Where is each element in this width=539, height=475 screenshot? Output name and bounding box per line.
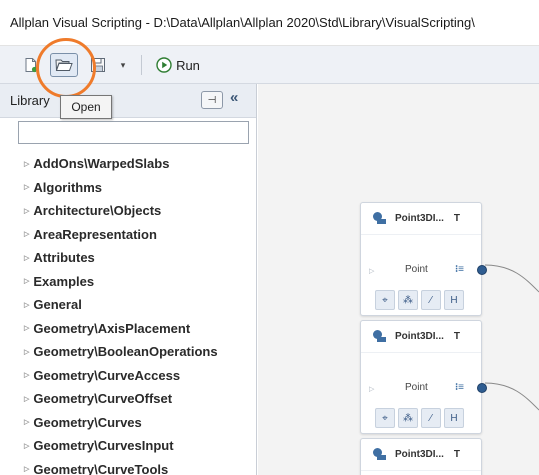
library-tree-item-label: General <box>33 297 82 313</box>
expand-triangle-icon[interactable]: ▷ <box>24 442 29 450</box>
node-header: Point3DI... T <box>361 321 481 353</box>
node-points-button[interactable]: ⁂ <box>398 290 418 310</box>
library-tree-item[interactable]: ▷ General <box>0 293 256 317</box>
collapse-panel-button[interactable]: « <box>230 89 238 106</box>
expand-triangle-icon[interactable]: ▷ <box>24 324 29 332</box>
library-tree-item[interactable]: ▷ Geometry\BooleanOperations <box>0 340 256 364</box>
library-tree-item-label: Geometry\Curves <box>33 414 142 430</box>
title-bar: Allplan Visual Scripting - D:\Data\Allpl… <box>0 0 539 46</box>
library-tree-item[interactable]: ▷ Geometry\Curves <box>0 411 256 435</box>
library-tree: ▷ AddOns\WarpedSlabs ▷ Algorithms ▷ Architect… <box>0 152 256 475</box>
library-tree-item[interactable]: ▷ Algorithms <box>0 176 256 200</box>
expand-triangle-icon[interactable]: ▷ <box>24 230 29 238</box>
node-hide-button[interactable]: H <box>444 408 464 428</box>
library-title: Library <box>10 93 50 108</box>
point3d-icon <box>373 329 387 344</box>
library-tree-item[interactable]: ▷ Geometry\CurveAccess <box>0 364 256 388</box>
library-tree-item-label: Algorithms <box>33 179 103 195</box>
library-tree-item-label: Examples <box>33 273 95 289</box>
expand-triangle-icon[interactable]: ▷ <box>24 301 29 309</box>
output-port[interactable] <box>477 265 487 275</box>
save-options-dropdown[interactable]: ▾ <box>116 53 130 77</box>
node-body: ▷ Point ⁝≡ ⌖ ⁂ ⁄ H <box>361 235 487 325</box>
node-hide-button[interactable]: H <box>444 290 464 310</box>
node-slash-button[interactable]: ⁄ <box>421 408 441 428</box>
library-tree-item-label: Geometry\BooleanOperations <box>33 344 218 360</box>
expand-triangle-icon[interactable]: ▷ <box>24 277 29 285</box>
open-tooltip: Open <box>60 95 112 119</box>
node-footer-buttons: ⌖ ⁂ ⁄ H <box>375 290 469 310</box>
input-port-icon: ▷ <box>369 268 375 275</box>
double-chevron-left-icon: « <box>230 89 239 106</box>
library-tree-item[interactable]: ▷ Geometry\CurveOffset <box>0 387 256 411</box>
point3d-node-3[interactable]: Point3DI... T <box>360 438 482 475</box>
library-tree-item-label: Geometry\CurveOffset <box>33 391 173 407</box>
library-panel: Library ⊣ « ▷ AddOns\WarpedSlabs ▷ Algorith… <box>0 84 257 475</box>
library-tree-item-label: Geometry\CurvesInput <box>33 438 174 454</box>
toolbar-separator <box>141 55 142 75</box>
node-type-badge: T <box>453 331 461 342</box>
node-canvas[interactable]: Point3DI... T ▷ Point ⁝≡ ⌖ ⁂ ⁄ H Point3D… <box>258 84 539 475</box>
expand-triangle-icon[interactable]: ▷ <box>24 348 29 356</box>
connection-wire <box>484 382 539 411</box>
pin-icon: ⊣ <box>207 94 217 106</box>
expand-triangle-icon[interactable]: ▷ <box>24 183 29 191</box>
window-title: Allplan Visual Scripting - D:\Data\Allpl… <box>10 15 475 30</box>
library-tree-item-label: Geometry\CurveTools <box>33 461 169 475</box>
node-points-button[interactable]: ⁂ <box>398 408 418 428</box>
expand-triangle-icon[interactable]: ▷ <box>24 254 29 262</box>
output-port[interactable] <box>477 383 487 393</box>
library-tree-item-label: Architecture\Objects <box>33 203 162 219</box>
library-tree-item[interactable]: ▷ Geometry\CurveTools <box>0 458 256 475</box>
library-tree-item-label: Geometry\AxisPlacement <box>33 320 191 336</box>
node-slash-button[interactable]: ⁄ <box>421 290 441 310</box>
library-tree-item[interactable]: ▷ Examples <box>0 270 256 294</box>
point3d-icon <box>373 447 387 462</box>
point3d-node-1[interactable]: Point3DI... T ▷ Point ⁝≡ ⌖ ⁂ ⁄ H <box>360 202 487 316</box>
expand-triangle-icon[interactable]: ▷ <box>24 371 29 379</box>
library-tree-item[interactable]: ▷ Architecture\Objects <box>0 199 256 223</box>
play-icon <box>156 57 172 73</box>
connection-wire <box>484 264 539 293</box>
node-preview-button[interactable]: ⌖ <box>375 408 395 428</box>
library-tree-item-label: AreaRepresentation <box>33 226 157 242</box>
node-preview-button[interactable]: ⌖ <box>375 290 395 310</box>
expand-triangle-icon[interactable]: ▷ <box>24 395 29 403</box>
open-button-highlight-ring <box>36 38 96 98</box>
point3d-icon <box>373 211 387 226</box>
pin-panel-button[interactable]: ⊣ <box>201 91 223 109</box>
node-title: Point3DI... <box>395 213 444 224</box>
run-button[interactable]: Run <box>150 53 206 77</box>
library-search-input[interactable] <box>18 121 249 144</box>
node-header: Point3DI... T <box>361 203 481 235</box>
library-tree-item[interactable]: ▷ AreaRepresentation <box>0 223 256 247</box>
expand-triangle-icon[interactable]: ▷ <box>24 465 29 473</box>
port-label: Point <box>405 382 428 393</box>
library-tree-item-label: Geometry\CurveAccess <box>33 367 181 383</box>
library-tree-item[interactable]: ▷ Geometry\CurvesInput <box>0 434 256 458</box>
node-footer-buttons: ⌖ ⁂ ⁄ H <box>375 408 469 428</box>
expand-triangle-icon[interactable]: ▷ <box>24 160 29 168</box>
list-port-icon: ⁝≡ <box>455 382 465 393</box>
library-tree-item-label: Attributes <box>33 250 95 266</box>
expand-triangle-icon[interactable]: ▷ <box>24 418 29 426</box>
expand-triangle-icon[interactable]: ▷ <box>24 207 29 215</box>
port-label: Point <box>405 264 428 275</box>
node-title: Point3DI... <box>395 331 444 342</box>
library-tree-item-label: AddOns\WarpedSlabs <box>33 156 170 172</box>
node-type-badge: T <box>453 449 461 460</box>
node-body: ▷ Point ⁝≡ ⌖ ⁂ ⁄ H <box>361 353 487 443</box>
input-port-icon: ▷ <box>369 386 375 393</box>
library-tree-item[interactable]: ▷ Geometry\AxisPlacement <box>0 317 256 341</box>
list-port-icon: ⁝≡ <box>455 264 465 275</box>
node-title: Point3DI... <box>395 449 444 460</box>
library-header: Library ⊣ « <box>0 84 256 118</box>
point3d-node-2[interactable]: Point3DI... T ▷ Point ⁝≡ ⌖ ⁂ ⁄ H <box>360 320 487 434</box>
library-tree-item[interactable]: ▷ Attributes <box>0 246 256 270</box>
node-header: Point3DI... T <box>361 439 481 471</box>
run-label: Run <box>176 57 200 73</box>
library-tree-item[interactable]: ▷ AddOns\WarpedSlabs <box>0 152 256 176</box>
node-type-badge: T <box>453 213 461 224</box>
